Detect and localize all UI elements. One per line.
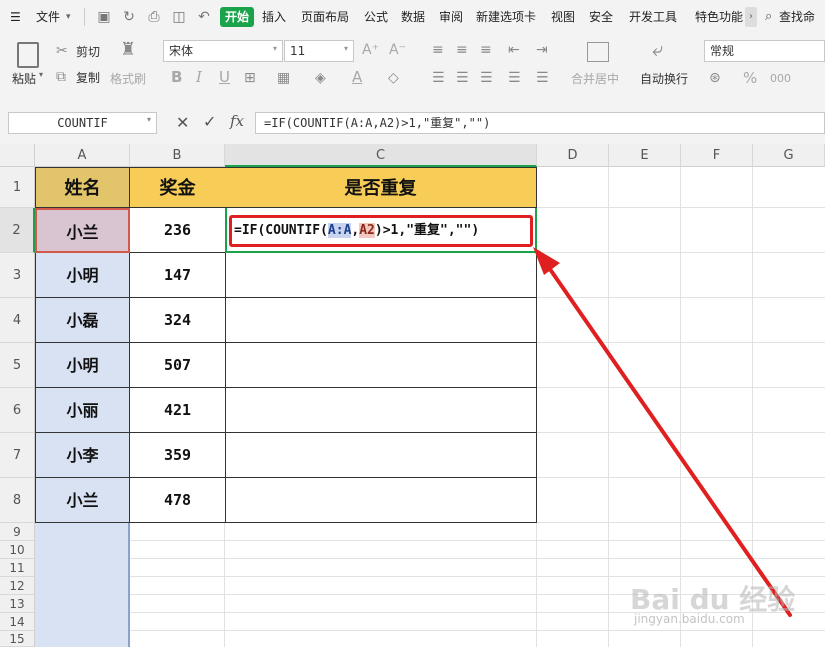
annotation-arrow <box>533 247 792 617</box>
watermark-url: jingyan.baidu.com <box>634 612 745 626</box>
arrow-shaft <box>543 260 792 617</box>
arrow-head <box>533 247 560 275</box>
